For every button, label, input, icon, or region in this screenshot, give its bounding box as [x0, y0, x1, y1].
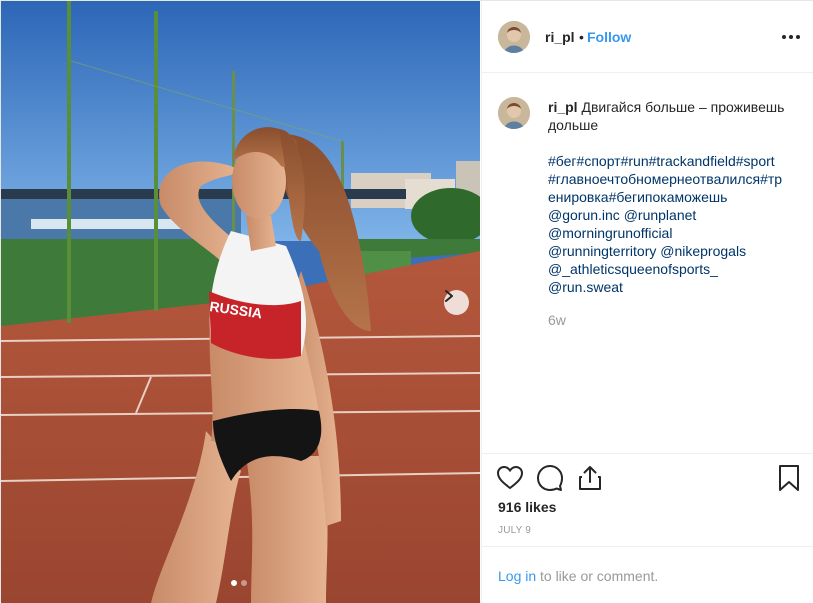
- login-link[interactable]: Log in: [498, 568, 536, 584]
- hashtags: #бег#спорт#run#trackandfield#sport #глав…: [548, 152, 793, 296]
- comment-timestamp[interactable]: 6w: [548, 312, 566, 328]
- bookmark-icon: [779, 465, 799, 491]
- follow-button[interactable]: Follow: [587, 29, 631, 45]
- more-options-button[interactable]: [782, 30, 802, 44]
- comment-icon: [537, 465, 563, 491]
- avatar[interactable]: [498, 21, 530, 53]
- post-header: ri_pl • Follow: [482, 1, 813, 73]
- chevron-right-icon: [445, 290, 453, 302]
- carousel-dot: [241, 580, 247, 586]
- hashtag-line[interactable]: #главноечтобномернеотвалился#тр: [548, 170, 793, 188]
- hashtag-line[interactable]: енировка#бегипокаможешь: [548, 188, 793, 206]
- avatar-image: [498, 21, 530, 53]
- username-link[interactable]: ri_pl: [545, 29, 575, 45]
- action-bar: [482, 453, 813, 501]
- caption-comment: ri_pl Двигайся больше – проживешь дольше…: [482, 73, 813, 453]
- caption-text: Двигайся больше – проживешь дольше: [548, 99, 785, 133]
- post-card: RUSSIA ri_pl • Follow ri_pl Двигайся бол…: [0, 0, 813, 603]
- heart-icon: [496, 465, 524, 490]
- comment-button[interactable]: [536, 464, 564, 492]
- avatar-image: [498, 97, 530, 129]
- post-sidebar: ri_pl • Follow ri_pl Двигайся больше – п…: [481, 1, 813, 603]
- mention-line[interactable]: @gorun.inc @runplanet: [548, 206, 793, 224]
- next-slide-button[interactable]: [444, 290, 469, 315]
- post-date[interactable]: JULY 9: [498, 525, 531, 536]
- save-button[interactable]: [775, 464, 803, 492]
- separator-dot: •: [579, 29, 584, 45]
- login-prompt: Log in to like or comment.: [482, 546, 813, 603]
- share-icon: [579, 466, 601, 490]
- likes-count[interactable]: 916 likes: [498, 499, 556, 515]
- share-button[interactable]: [576, 464, 604, 492]
- hashtag-line[interactable]: #бег#спорт#run#trackandfield#sport: [548, 152, 793, 170]
- more-horizontal-icon: [782, 35, 786, 39]
- mention-line[interactable]: @morningrunofficial: [548, 224, 793, 242]
- caption-username[interactable]: ri_pl: [548, 99, 578, 115]
- avatar[interactable]: [498, 97, 530, 129]
- athlete-photo: RUSSIA: [1, 1, 480, 603]
- post-photo[interactable]: RUSSIA: [1, 1, 480, 603]
- mention-line[interactable]: @runningterritory @nikeprogals: [548, 242, 793, 260]
- mention-line[interactable]: @_athleticsqueenofsports_: [548, 260, 793, 278]
- caption: ri_pl Двигайся больше – проживешь дольше: [548, 98, 793, 134]
- mention-line[interactable]: @run.sweat: [548, 278, 793, 296]
- like-button[interactable]: [496, 464, 524, 492]
- carousel-dot-active: [231, 580, 237, 586]
- carousel-dots: [231, 580, 247, 586]
- login-prompt-text: to like or comment.: [540, 568, 659, 584]
